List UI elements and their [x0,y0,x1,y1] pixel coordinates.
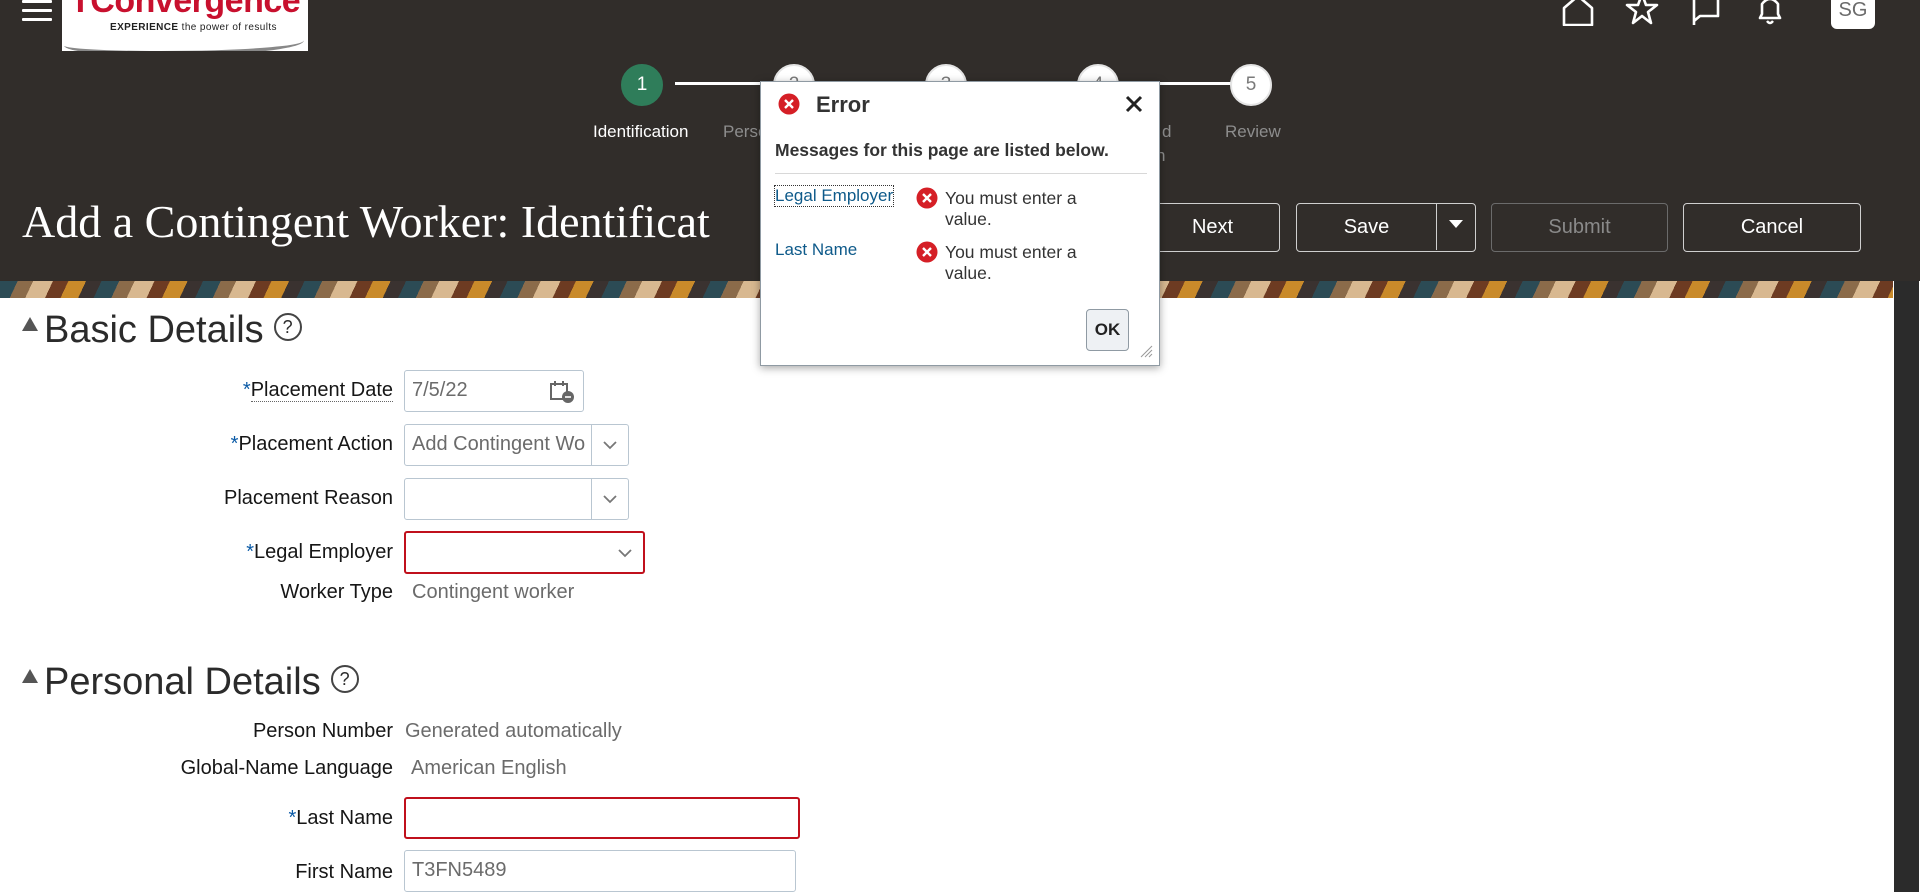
chevron-down-icon[interactable] [617,545,633,561]
notifications-bell-icon[interactable] [1752,0,1788,26]
person-number-value: Generated automatically [405,720,622,742]
last-name-input[interactable] [404,797,800,839]
help-icon[interactable]: ? [273,312,302,341]
placement-date-label: *Placement Date [242,379,393,402]
error-link-legal-employer[interactable]: Legal Employer [773,185,895,207]
favorites-star-icon[interactable] [1624,0,1660,26]
chevron-down-icon[interactable] [602,491,618,507]
train-step-1-label[interactable]: Identification [593,122,688,142]
placement-reason-label: Placement Reason [224,487,393,509]
error-text: You must enter a value. [945,242,1077,283]
train-step-5-label[interactable]: Review [1225,122,1281,142]
logo-swoosh [64,30,304,51]
resize-grip-icon[interactable] [1139,344,1153,358]
placement-action-select[interactable]: Add Contingent Wo [404,424,629,466]
watchlist-flag-icon[interactable] [1688,0,1724,26]
company-logo[interactable]: TConvergence EXPERIENCE the power of res… [62,0,308,51]
ok-button[interactable]: OK [1086,309,1129,351]
calendar-icon[interactable] [549,380,575,404]
last-name-label: *Last Name [288,807,393,829]
logo-tagline: EXPERIENCE the power of results [110,22,277,33]
next-button[interactable]: Next [1145,203,1280,252]
save-button[interactable]: Save [1297,204,1436,250]
page-scrollbar[interactable] [1894,281,1919,892]
save-options-caret-icon[interactable] [1437,204,1475,250]
user-avatar[interactable]: SG [1831,0,1875,29]
error-dialog: Error Messages for this page are listed … [760,81,1160,366]
worker-type-label: Worker Type [280,581,393,603]
first-name-label: First Name [295,861,393,883]
train-step-5[interactable]: 5 [1230,64,1272,106]
error-icon [778,93,800,115]
home-icon[interactable] [1560,0,1596,26]
collapse-triangle-icon[interactable] [22,668,38,683]
error-icon [916,187,938,209]
dialog-separator [775,173,1147,174]
placement-date-input[interactable]: 7/5/22 [404,370,584,412]
chevron-down-icon[interactable] [602,437,618,453]
error-text: You must enter a value. [945,188,1077,229]
personal-details-header[interactable]: Personal Details? [22,661,359,704]
legal-employer-label: *Legal Employer [246,541,393,563]
worker-type-value: Contingent worker [412,581,575,603]
dialog-title: Error [816,92,870,117]
close-icon[interactable] [1123,93,1145,115]
dialog-message: Messages for this page are listed below. [775,140,1109,160]
global-name-language-label: Global-Name Language [180,757,393,779]
cancel-button[interactable]: Cancel [1683,203,1861,252]
submit-button[interactable]: Submit [1491,203,1668,252]
error-link-last-name[interactable]: Last Name [775,240,857,260]
error-icon [916,241,938,263]
logo-text: TConvergence [70,0,301,20]
train-connector [675,82,771,85]
save-split-button: Save [1296,203,1476,252]
global-name-language-value: American English [411,757,567,779]
app-root: TConvergence EXPERIENCE the power of res… [0,0,1920,892]
basic-details-header[interactable]: Basic Details? [22,309,302,352]
first-name-input[interactable]: T3FN5489 [404,850,796,892]
page-title: Add a Contingent Worker: Identificat [22,196,710,247]
placement-action-label: *Placement Action [230,433,393,455]
person-number-label: Person Number [252,720,393,742]
legal-employer-select[interactable] [404,531,645,574]
train-step-1[interactable]: 1 [621,64,663,106]
help-icon[interactable]: ? [330,664,359,693]
hamburger-menu-icon[interactable] [22,0,52,22]
placement-reason-select[interactable] [404,478,629,520]
collapse-triangle-icon[interactable] [22,316,38,331]
train-step-4-label[interactable]: d [1162,122,1171,142]
